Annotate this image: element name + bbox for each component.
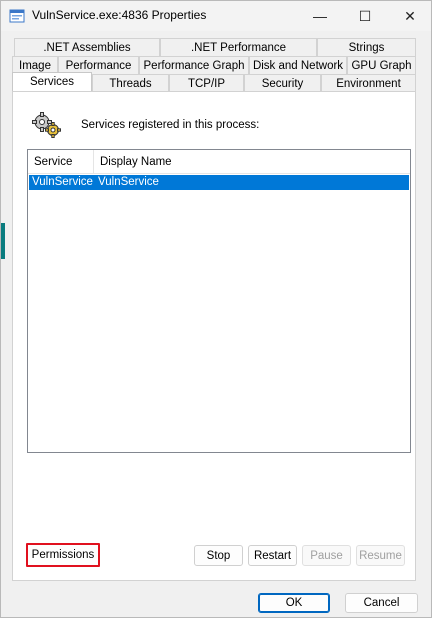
services-caption: Services registered in this process: bbox=[81, 119, 260, 131]
title-bar[interactable]: VulnService.exe:4836 Properties — ☐ ✕ bbox=[1, 1, 431, 31]
minimize-button[interactable]: — bbox=[297, 1, 343, 31]
maximize-icon: ☐ bbox=[358, 7, 372, 24]
tab-strings[interactable]: Strings bbox=[317, 38, 416, 56]
app-icon bbox=[9, 9, 25, 23]
window-title: VulnService.exe:4836 Properties bbox=[32, 8, 207, 22]
cell-service: VulnService bbox=[32, 176, 93, 188]
ok-button[interactable]: OK bbox=[258, 593, 330, 613]
close-button[interactable]: ✕ bbox=[387, 1, 432, 31]
column-header-service[interactable]: Service bbox=[28, 150, 94, 174]
tab-performance-graph[interactable]: Performance Graph bbox=[139, 56, 249, 74]
tab-disk-and-network[interactable]: Disk and Network bbox=[249, 56, 347, 74]
table-row[interactable]: VulnService VulnService bbox=[29, 175, 409, 190]
tab-net-assemblies[interactable]: .NET Assemblies bbox=[14, 38, 160, 56]
tab-environment[interactable]: Environment bbox=[321, 74, 416, 92]
cancel-button[interactable]: Cancel bbox=[345, 593, 418, 613]
tab-net-performance[interactable]: .NET Performance bbox=[160, 38, 317, 56]
properties-window: VulnService.exe:4836 Properties — ☐ ✕ .N… bbox=[0, 0, 432, 618]
tab-gpu-graph[interactable]: GPU Graph bbox=[347, 56, 416, 74]
gears-icon bbox=[32, 112, 61, 138]
minimize-icon: — bbox=[313, 8, 327, 24]
tab-tcp-ip[interactable]: TCP/IP bbox=[169, 74, 244, 92]
maximize-button[interactable]: ☐ bbox=[342, 1, 388, 31]
services-list[interactable]: Service Display Name VulnService VulnSer… bbox=[27, 149, 411, 453]
services-tab-panel: Services registered in this process: Ser… bbox=[12, 91, 416, 581]
tab-security[interactable]: Security bbox=[244, 74, 321, 92]
close-icon: ✕ bbox=[404, 7, 416, 24]
background-window-edge bbox=[1, 223, 5, 259]
restart-button[interactable]: Restart bbox=[248, 545, 297, 566]
cell-display-name: VulnService bbox=[98, 176, 159, 188]
stop-button[interactable]: Stop bbox=[194, 545, 243, 566]
permissions-button[interactable]: Permissions bbox=[26, 543, 100, 567]
tab-services[interactable]: Services bbox=[12, 72, 92, 91]
resume-button[interactable]: Resume bbox=[356, 545, 405, 566]
tab-threads[interactable]: Threads bbox=[92, 74, 169, 92]
list-header: Service Display Name bbox=[28, 150, 410, 174]
column-header-display-name[interactable]: Display Name bbox=[94, 150, 410, 174]
pause-button[interactable]: Pause bbox=[302, 545, 351, 566]
